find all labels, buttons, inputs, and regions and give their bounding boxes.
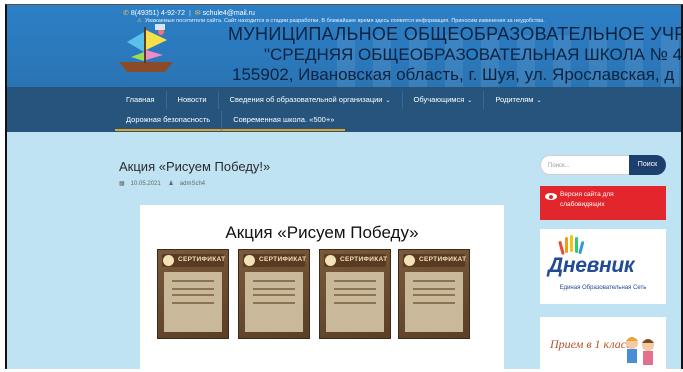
nav-row-2: Дорожная безопасность Современная школа.… (115, 111, 346, 131)
certificate-image: СЕРТИФИКАТ (238, 249, 310, 339)
image-caption-title: Акция «Рисуем Победу» (225, 223, 419, 242)
mail-icon: ✉ (194, 10, 201, 17)
post-featured-image[interactable]: Акция «Рисуем Победу» СЕРТИФИКАТ СЕРТИФИ… (140, 205, 504, 369)
school-ship-logo-icon[interactable] (115, 22, 177, 77)
chevron-down-icon: ⌄ (536, 98, 542, 104)
calendar-icon: ▦ (119, 181, 125, 187)
nav-item-modern-school[interactable]: Современная школа. «500+» (222, 111, 346, 131)
nav-item-students[interactable]: Обучающимся ⌄ (403, 91, 485, 109)
main-navigation: Главная Новости Сведения об образователь… (7, 87, 681, 132)
user-icon: ♟ (168, 181, 174, 187)
school-name-line2: "СРЕДНЯЯ ОБЩЕОБРАЗОВАТЕЛЬНАЯ ШКОЛА № 4" (264, 45, 683, 64)
certificate-image: СЕРТИФИКАТ (319, 249, 391, 339)
nav-row-1: Главная Новости Сведения об образователь… (115, 90, 552, 110)
children-icon (626, 337, 654, 365)
nav-item-home[interactable]: Главная (115, 91, 167, 109)
site-header: ✆ 8(49351) 4-92-72 | ✉ schule4@mail.ru ⚠ Уваж… (7, 5, 683, 87)
main-content: Акция «Рисуем Победу!» ▦ 10.05.2021 ♟ admS… (7, 132, 681, 369)
eye-icon (545, 193, 557, 200)
school-name-line1: МУНИЦИПАЛЬНОЕ ОБЩЕОБРАЗОВАТЕЛЬНОЕ УЧРЕЖД… (228, 24, 681, 44)
admission-banner[interactable]: Прием в 1 класс (540, 317, 666, 369)
dnevnik-wordmark: Дневник (548, 254, 635, 277)
warning-icon: ⚠ (137, 18, 142, 24)
low-vision-version-button[interactable]: Версия сайта для слабовидящих (540, 186, 666, 220)
post-date[interactable]: 10.05.2021 (131, 181, 161, 187)
nav-item-parents[interactable]: Родителям ⌄ (484, 91, 552, 109)
chevron-down-icon: ⌄ (385, 98, 391, 104)
nav-item-news[interactable]: Новости (167, 91, 219, 109)
low-vision-label: Версия сайта для слабовидящих (560, 191, 614, 208)
nav-item-road-safety[interactable]: Дорожная безопасность (115, 111, 223, 131)
search-input[interactable]: Поиск... (540, 155, 630, 175)
phone-number[interactable]: 8(49351) 4-92-72 (131, 10, 185, 17)
school-address: 155902, Ивановская область, г. Шуя, ул. … (232, 65, 675, 84)
dnevnik-banner[interactable]: Дневник Единая Образовательная Сеть (540, 229, 666, 304)
dnevnik-subtitle: Единая Образовательная Сеть (559, 285, 647, 291)
browser-viewport: ✆ 8(49351) 4-92-72 | ✉ schule4@mail.ru ⚠ Уваж… (5, 4, 683, 369)
phone-icon: ✆ (123, 10, 129, 17)
post-author[interactable]: admSch4 (180, 181, 205, 187)
certificate-image: СЕРТИФИКАТ (157, 249, 229, 339)
contact-line: ✆ 8(49351) 4-92-72 | ✉ schule4@mail.ru (123, 10, 255, 17)
post-meta: ▦ 10.05.2021 ♟ admSch4 (119, 180, 211, 187)
post-title[interactable]: Акция «Рисуем Победу!» (119, 159, 270, 174)
search-button[interactable]: Поиск (629, 155, 666, 175)
email-link[interactable]: schule4@mail.ru (203, 10, 255, 17)
nav-item-org-info[interactable]: Сведения об образовательной организации ⌄ (219, 91, 403, 109)
chevron-down-icon: ⌄ (467, 98, 473, 104)
certificate-image: СЕРТИФИКАТ (398, 249, 470, 339)
